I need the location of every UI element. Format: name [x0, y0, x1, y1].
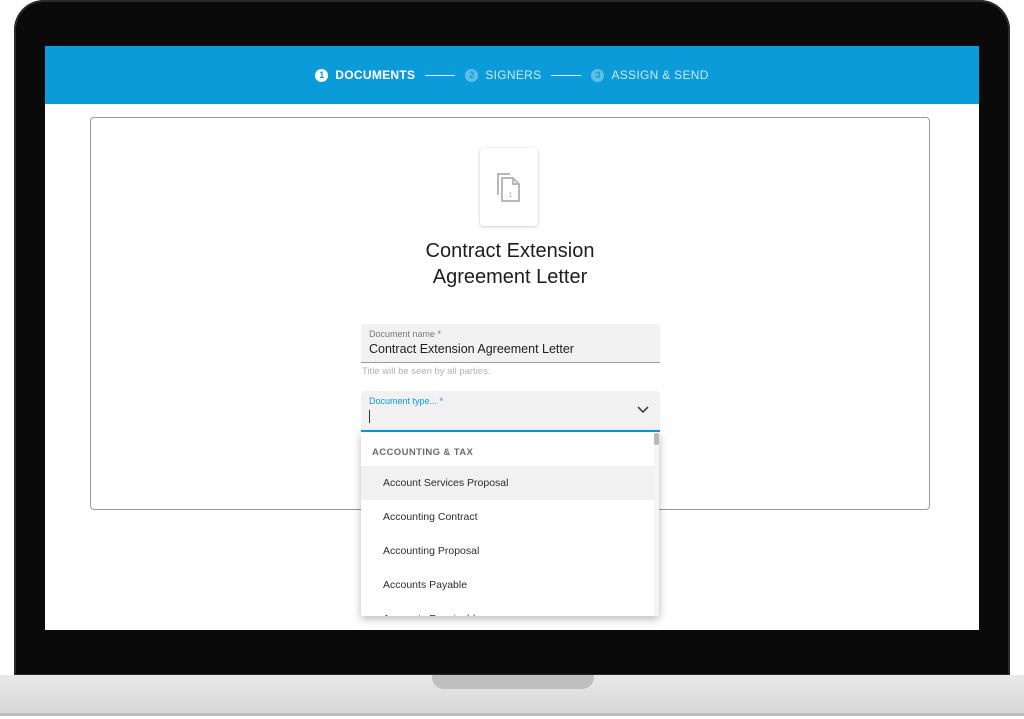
dropdown-group-header: ACCOUNTING & TAX [372, 447, 474, 458]
document-type-label: Document type... * [369, 396, 444, 406]
step-connector [425, 74, 456, 76]
dropdown-option[interactable]: Accounts Payable [361, 568, 657, 602]
dropdown-option[interactable]: Account Services Proposal [361, 466, 657, 500]
document-title-line: Agreement Letter [432, 266, 588, 288]
document-type-dropdown[interactable]: ACCOUNTING & TAX Account Services Propos… [361, 432, 659, 616]
stepper-bar: 1 DOCUMENTS 2 SIGNERS 3 ASSIGN & SEND [45, 46, 979, 104]
document-title: Contract Extension Agreement Letter [360, 238, 660, 290]
step-label: ASSIGN & SEND [611, 68, 709, 82]
svg-text:1: 1 [508, 191, 512, 199]
dropdown-option[interactable]: Accounting Contract [361, 500, 657, 534]
step-connector [551, 74, 582, 76]
dropdown-scrollbar-thumb[interactable] [654, 433, 659, 445]
text-caret [369, 410, 370, 423]
step-label: DOCUMENTS [335, 68, 416, 82]
chevron-down-icon[interactable] [636, 405, 650, 415]
step-number: 3 [591, 68, 605, 82]
document-name-field[interactable]: Document name * Contract Extension Agree… [361, 324, 660, 363]
step-signers[interactable]: 2 SIGNERS [465, 68, 541, 82]
document-name-input[interactable]: Contract Extension Agreement Letter [369, 342, 574, 356]
dropdown-scrollbar-track[interactable] [654, 432, 659, 616]
documents-copy-icon: 1 [497, 173, 520, 202]
app-screen: 1 DOCUMENTS 2 SIGNERS 3 ASSIGN & SEND 1 … [45, 46, 979, 630]
laptop-notch [432, 675, 594, 689]
dropdown-option[interactable]: Accounts Receivable [361, 602, 657, 616]
step-assign-send[interactable]: 3 ASSIGN & SEND [591, 68, 708, 82]
document-title-line: Contract Extension [425, 240, 595, 262]
dropdown-option[interactable]: Accounting Proposal [361, 534, 657, 568]
step-label: SIGNERS [485, 68, 542, 82]
document-type-field[interactable]: Document type... * [361, 391, 660, 432]
step-documents[interactable]: 1 DOCUMENTS [315, 68, 415, 82]
document-name-hint: Title will be seen by all parties. [362, 366, 491, 377]
document-thumbnail[interactable]: 1 [480, 148, 538, 226]
document-name-label: Document name * [369, 329, 442, 339]
step-number: 2 [465, 68, 479, 82]
step-number: 1 [315, 68, 329, 82]
